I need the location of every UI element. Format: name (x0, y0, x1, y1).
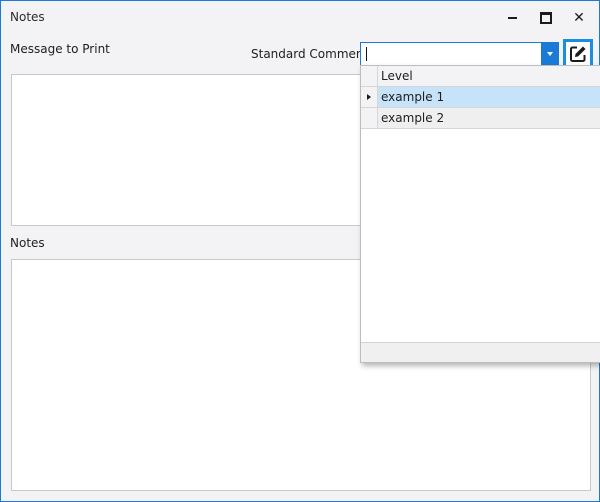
grid-header-row: Level (361, 66, 600, 87)
row-header[interactable] (361, 87, 378, 108)
column-header-level[interactable]: Level (378, 66, 600, 87)
notes-window: Notes ✕ Message to Print Standard Commen… (0, 0, 600, 502)
maximize-button[interactable] (529, 7, 563, 29)
table-cell[interactable]: example 1 (378, 87, 600, 108)
table-row[interactable]: example 2 (361, 108, 600, 129)
title-bar[interactable]: Notes ✕ (1, 1, 599, 35)
minimize-button[interactable] (495, 7, 529, 29)
table-row[interactable]: example 1 (361, 87, 600, 108)
dropdown-footer (361, 342, 600, 362)
message-to-print-label: Message to Print (10, 42, 110, 56)
table-cell[interactable]: example 2 (378, 108, 600, 129)
minimize-icon (507, 17, 517, 19)
notes-label: Notes (10, 236, 45, 250)
chevron-down-icon (546, 52, 553, 56)
maximize-icon (540, 12, 552, 24)
current-row-indicator-icon (367, 94, 371, 100)
edit-icon (570, 46, 586, 62)
row-header[interactable] (361, 108, 378, 129)
close-button[interactable]: ✕ (562, 7, 596, 29)
standard-comment-dropdown: Level example 1 example 2 (360, 65, 600, 363)
standard-comment-combobox[interactable] (360, 42, 559, 66)
standard-comment-input[interactable] (364, 45, 541, 63)
close-icon: ✕ (573, 10, 585, 26)
row-header-corner (361, 66, 378, 87)
text-caret (366, 47, 367, 61)
window-title: Notes (10, 10, 45, 24)
combobox-dropdown-button[interactable] (541, 43, 558, 65)
standard-comment-label: Standard Comment (251, 47, 369, 61)
